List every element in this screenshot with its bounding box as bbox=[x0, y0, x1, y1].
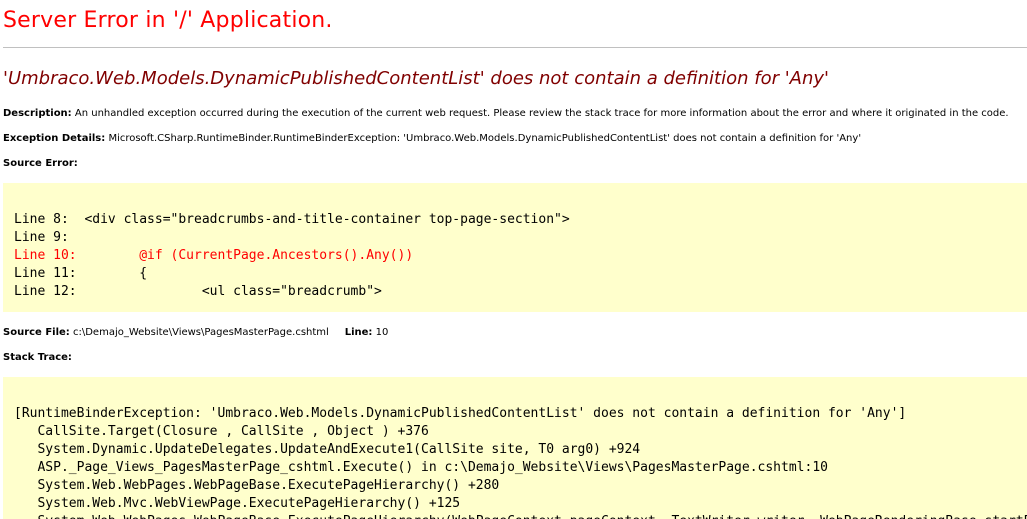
source-file-label: Source File: bbox=[3, 327, 70, 338]
stack-trace-heading: Stack Trace: bbox=[3, 352, 72, 363]
description-label: Description: bbox=[3, 108, 72, 119]
error-message: 'Umbraco.Web.Models.DynamicPublishedCont… bbox=[3, 68, 829, 89]
exception-details-label: Exception Details: bbox=[3, 133, 106, 144]
source-file-path: c:\Demajo_Website\Views\PagesMasterPage.… bbox=[72, 327, 329, 338]
source-line-number: 10 bbox=[375, 327, 389, 338]
stack-trace-line: [RuntimeBinderException: 'Umbraco.Web.Mo… bbox=[14, 406, 907, 421]
source-error-label: Source Error: bbox=[3, 158, 78, 169]
stack-trace-label: Stack Trace: bbox=[3, 352, 72, 363]
stack-trace-line: ASP._Page_Views_PagesMasterPage_cshtml.E… bbox=[14, 460, 828, 475]
source-file-info: Source File: c:\Demajo_Website\Views\Pag… bbox=[3, 327, 388, 338]
source-line-label: Line: bbox=[344, 327, 373, 338]
description-text: An unhandled exception occurred during t… bbox=[74, 108, 1009, 119]
description: Description: An unhandled exception occu… bbox=[3, 108, 1009, 119]
source-code-line: Line 12: <ul class="breadcrumb"> bbox=[14, 284, 382, 299]
stack-trace-line: System.Web.WebPages.WebPageBase.ExecuteP… bbox=[14, 513, 1027, 519]
source-code-line: Line 8: <div class="breadcrumbs-and-titl… bbox=[14, 212, 570, 227]
stack-trace-code: [RuntimeBinderException: 'Umbraco.Web.Mo… bbox=[14, 405, 1027, 519]
stack-trace-line: CallSite.Target(Closure , CallSite , Obj… bbox=[14, 424, 429, 439]
stack-trace-line: System.Web.Mvc.WebViewPage.ExecutePageHi… bbox=[14, 496, 461, 511]
stack-trace-line: System.Dynamic.UpdateDelegates.UpdateAnd… bbox=[14, 442, 641, 457]
page-title: Server Error in '/' Application. bbox=[3, 8, 333, 33]
source-error-line-highlighted: Line 10: @if (CurrentPage.Ancestors().An… bbox=[14, 248, 414, 263]
source-code-line: Line 11: { bbox=[14, 266, 148, 281]
exception-details: Exception Details: Microsoft.CSharp.Runt… bbox=[3, 133, 861, 144]
exception-details-text: Microsoft.CSharp.RuntimeBinder.RuntimeBi… bbox=[108, 133, 862, 144]
source-code-line: Line 9: bbox=[14, 230, 69, 245]
stack-trace-code-block[interactable]: [RuntimeBinderException: 'Umbraco.Web.Mo… bbox=[3, 377, 1027, 519]
title-divider bbox=[3, 47, 1027, 48]
stack-trace-line: System.Web.WebPages.WebPageBase.ExecuteP… bbox=[14, 478, 500, 493]
source-code: Line 8: <div class="breadcrumbs-and-titl… bbox=[14, 211, 570, 301]
error-page: Server Error in '/' Application. 'Umbrac… bbox=[0, 0, 1027, 519]
source-error-code-block[interactable]: Line 8: <div class="breadcrumbs-and-titl… bbox=[3, 183, 1027, 312]
source-error-heading: Source Error: bbox=[3, 158, 78, 169]
